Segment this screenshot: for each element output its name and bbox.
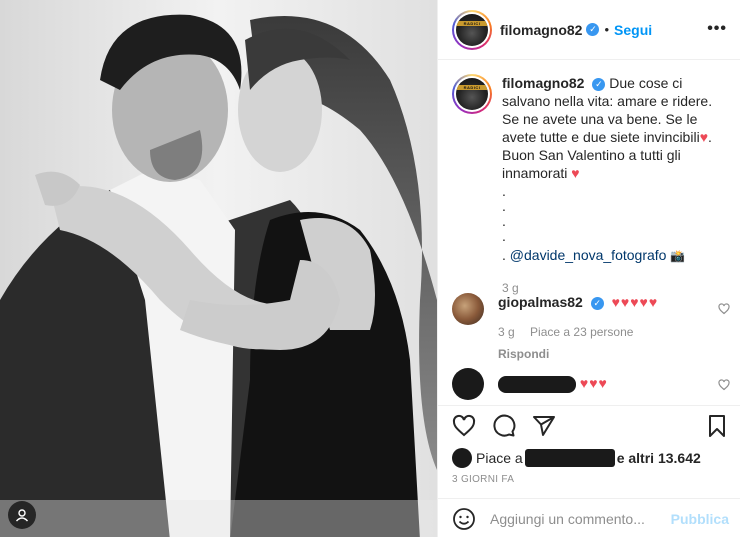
more-icon[interactable]: ••• xyxy=(707,20,727,38)
post-header: RADICI filomagno82 ✓ • Segui ••• xyxy=(438,0,740,60)
comment-likes[interactable]: Piace a 23 persone xyxy=(530,325,633,339)
mention-prefix: . xyxy=(502,247,510,263)
post-date: 3 GIORNI FA xyxy=(452,474,515,485)
verified-icon: ✓ xyxy=(592,77,606,91)
post-actions: Piace a e altri 13.642 3 GIORNI FA Pubbl… xyxy=(438,405,740,537)
comment-text: ♥♥♥ xyxy=(579,375,608,391)
comment-input[interactable] xyxy=(490,510,670,527)
share-icon[interactable] xyxy=(532,414,556,438)
caption-dots: . . . . xyxy=(502,183,506,244)
verified-icon: ✓ xyxy=(586,23,600,36)
heart-icon[interactable] xyxy=(452,414,476,438)
bookmark-icon[interactable] xyxy=(705,414,729,438)
author-avatar[interactable]: RADICI xyxy=(452,9,492,50)
publish-button[interactable]: Pubblica xyxy=(671,511,729,527)
comment-item: ♥♥♥ xyxy=(452,368,732,400)
heart-emoji: ♥ xyxy=(699,129,708,145)
mention-link[interactable]: @davide_nova_fotografo xyxy=(510,247,667,263)
comment-like-icon[interactable] xyxy=(718,303,730,315)
comment-item: giopalmas82 ✓ ♥♥♥♥♥ 3 g Piace a 23 perso… xyxy=(452,293,732,363)
photo-tag-icon[interactable] xyxy=(8,501,36,529)
caption-username[interactable]: filomagno82 xyxy=(502,75,584,91)
post-photo[interactable] xyxy=(0,0,437,537)
liker-avatar xyxy=(452,448,472,468)
comment-time: 3 g xyxy=(498,325,515,339)
comment-text: ♥♥♥♥♥ xyxy=(611,294,659,310)
post-image xyxy=(0,0,437,537)
caption-avatar[interactable]: RADICI xyxy=(452,74,492,114)
comment-box: Pubblica xyxy=(438,498,740,537)
comment-icon[interactable] xyxy=(492,414,516,438)
likes-prefix: Piace a xyxy=(476,450,523,466)
verified-icon: ✓ xyxy=(590,296,604,310)
author-username[interactable]: filomagno82 xyxy=(500,22,582,38)
commenter-username[interactable] xyxy=(498,375,576,393)
heart-emoji: ♥ xyxy=(571,165,580,181)
commenter-avatar[interactable] xyxy=(452,368,484,400)
post-panel: RADICI filomagno82 ✓ • Segui ••• RADICI … xyxy=(437,0,740,537)
likes-summary[interactable]: Piace a e altri 13.642 xyxy=(452,448,701,468)
camera-emoji: 📸 xyxy=(670,249,686,263)
emoji-icon[interactable] xyxy=(452,507,476,531)
commenter-username[interactable]: giopalmas82 xyxy=(498,294,583,310)
reply-button[interactable]: Rispondi xyxy=(498,345,708,363)
commenter-avatar[interactable] xyxy=(452,293,484,325)
likes-count[interactable]: e altri 13.642 xyxy=(617,450,701,466)
caption: RADICI filomagno82 ✓ Due cose ci salvano… xyxy=(452,74,732,297)
comment-like-icon[interactable] xyxy=(718,379,730,391)
follow-button[interactable]: Segui xyxy=(614,22,652,38)
header-dot: • xyxy=(604,22,610,37)
liker-name[interactable] xyxy=(524,449,615,467)
